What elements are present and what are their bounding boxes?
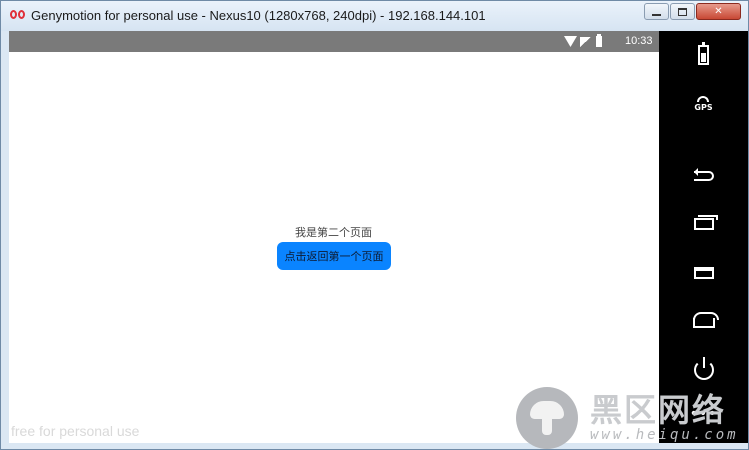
menu-icon: [693, 267, 714, 279]
logo-text: 黑区网络 www.heiqu.com: [590, 393, 739, 443]
site-logo-overlay: 黑区网络 www.heiqu.com: [516, 384, 749, 450]
device-screen[interactable]: 10:33 我是第二个页面 点击返回第一个页面 free for persona…: [9, 31, 659, 443]
status-clock: 10:33: [625, 35, 653, 47]
recent-apps-icon: [693, 215, 718, 230]
close-button[interactable]: ✕: [696, 3, 741, 20]
back-nav-button[interactable]: [659, 166, 748, 186]
back-to-first-page-button[interactable]: 点击返回第一个页面: [277, 242, 391, 270]
status-icons: [564, 34, 602, 47]
home-button[interactable]: [659, 312, 748, 333]
menu-button[interactable]: [659, 263, 748, 283]
window-title: Genymotion for personal use - Nexus10 (1…: [31, 8, 486, 23]
battery-widget-button[interactable]: [659, 42, 748, 67]
logo-title: 黑区网络: [590, 390, 727, 429]
logo-url: www.heiqu.com: [590, 426, 739, 443]
power-button[interactable]: [659, 357, 748, 382]
gps-label: GPS: [694, 103, 713, 112]
battery-icon: [596, 34, 602, 47]
close-icon: ✕: [714, 6, 723, 17]
recent-apps-button[interactable]: [659, 214, 748, 234]
emulator-window: Genymotion for personal use - Nexus10 (1…: [0, 0, 749, 450]
maximize-icon: [678, 7, 687, 16]
android-status-bar: 10:33: [9, 31, 659, 52]
title-bar[interactable]: Genymotion for personal use - Nexus10 (1…: [1, 1, 748, 31]
gps-icon: GPS: [694, 96, 713, 112]
minimize-button[interactable]: [644, 3, 669, 20]
minimize-icon: [652, 13, 661, 16]
personal-use-watermark: free for personal use: [11, 423, 140, 439]
emulator-control-panel: GPS •••: [659, 31, 748, 443]
back-icon: [693, 168, 714, 181]
gps-widget-button[interactable]: GPS: [659, 93, 748, 115]
home-icon: [692, 312, 719, 328]
page-label: 我是第二个页面: [295, 226, 372, 239]
signal-icon: [580, 36, 591, 47]
mushroom-logo-icon: [516, 386, 578, 449]
battery-widget-icon: [698, 42, 709, 65]
wifi-icon: [564, 36, 577, 47]
power-icon: [693, 357, 714, 380]
genymotion-logo-icon: [10, 10, 26, 21]
maximize-button[interactable]: [670, 3, 695, 20]
